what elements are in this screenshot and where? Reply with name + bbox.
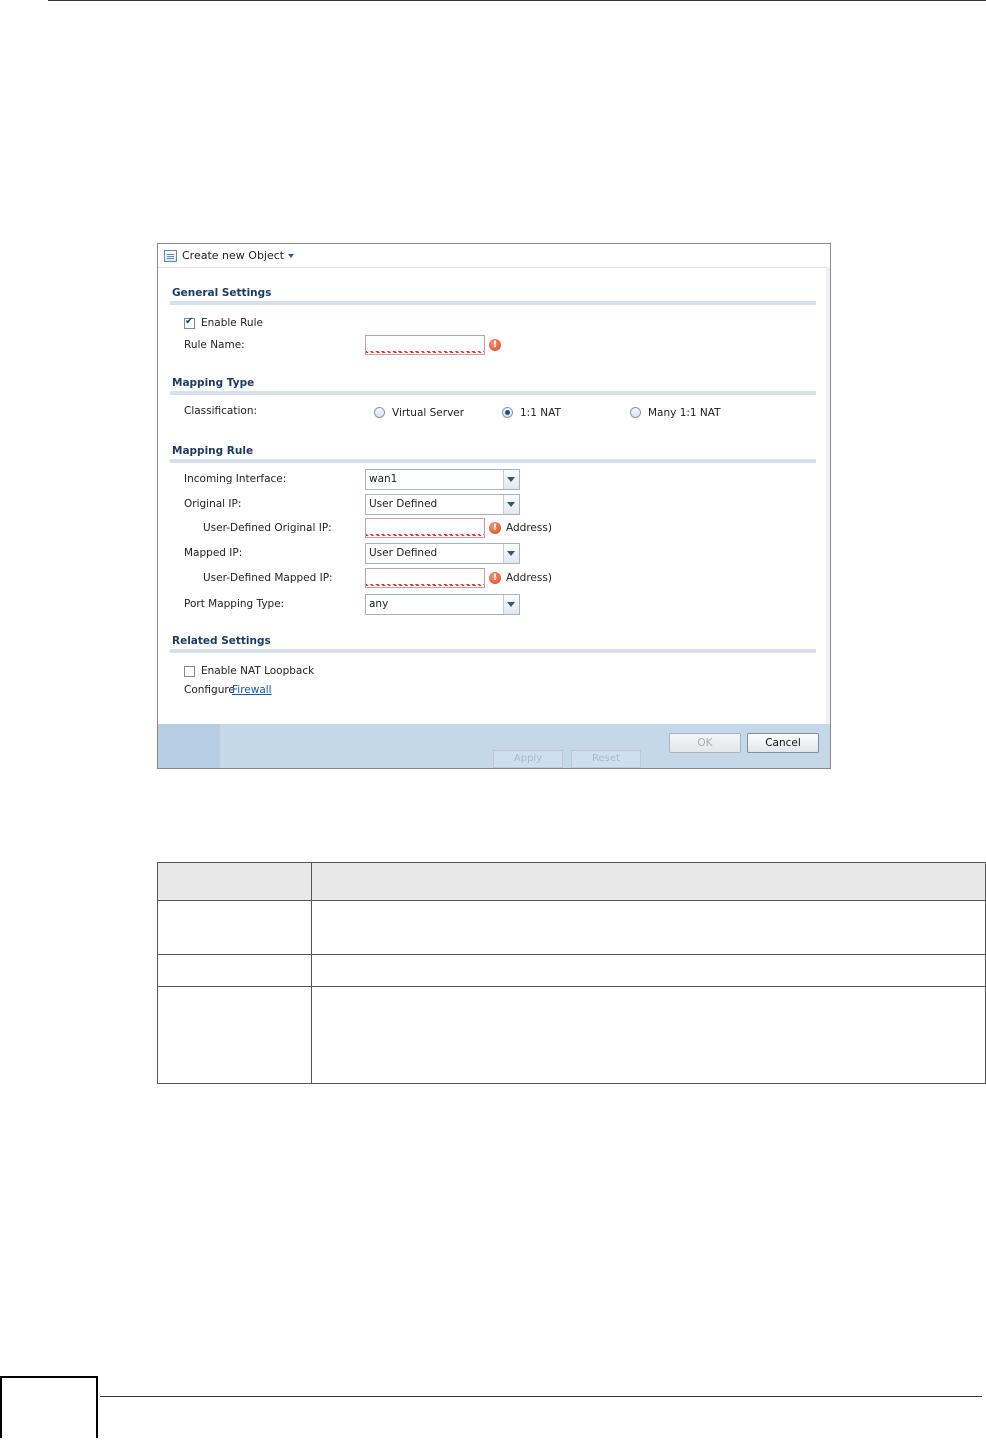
mapped-ip-value: User Defined <box>369 547 438 559</box>
incoming-interface-select[interactable]: wan1 <box>365 469 520 490</box>
radio-many-one-to-one-nat-label: Many 1:1 NAT <box>648 407 721 419</box>
page-number-box <box>0 1376 98 1438</box>
nat-loopback-checkbox[interactable] <box>184 666 195 677</box>
description-table <box>157 862 986 1084</box>
section-divider <box>170 391 816 395</box>
mapped-ip-label: Mapped IP: <box>184 547 243 559</box>
table-cell <box>157 900 312 955</box>
user-defined-mapped-ip-label: User-Defined Mapped IP: <box>203 572 333 584</box>
section-divider <box>170 301 816 305</box>
dialog-footer: Apply Reset OK Cancel <box>158 724 830 768</box>
original-ip-address-hint: Address) <box>506 522 552 534</box>
table-cell <box>311 986 986 1084</box>
user-defined-original-ip-label: User-Defined Original IP: <box>203 522 332 534</box>
table-row <box>157 986 986 1084</box>
original-ip-select[interactable]: User Defined <box>365 494 520 515</box>
section-divider <box>170 459 816 463</box>
incoming-interface-label: Incoming Interface: <box>184 473 287 485</box>
radio-one-to-one-nat[interactable] <box>502 407 513 418</box>
cancel-button[interactable]: Cancel <box>747 733 819 753</box>
table-row <box>157 954 986 987</box>
mapped-ip-address-hint: Address) <box>506 572 552 584</box>
page-footer-rule <box>100 1396 982 1397</box>
page-top-rule <box>48 0 986 1</box>
section-title-related: Related Settings <box>172 635 271 647</box>
section-title-general: General Settings <box>172 287 272 299</box>
radio-one-to-one-nat-label: 1:1 NAT <box>520 407 561 419</box>
user-defined-mapped-ip-input[interactable] <box>365 568 485 588</box>
ghost-apply-button: Apply <box>493 750 563 768</box>
rule-name-label: Rule Name: <box>184 339 245 351</box>
classification-label: Classification: <box>184 405 258 417</box>
footer-strip <box>158 724 220 768</box>
ghost-reset-button: Reset <box>571 750 641 768</box>
chevron-down-icon[interactable] <box>503 470 519 489</box>
dialog-toolbar: Create new Object <box>158 244 828 268</box>
chevron-down-icon[interactable] <box>503 595 519 614</box>
original-ip-label: Original IP: <box>184 498 242 510</box>
original-ip-value: User Defined <box>369 498 438 510</box>
enable-rule-label: Enable Rule <box>201 317 263 329</box>
table-header-cell <box>157 862 312 901</box>
ok-button[interactable]: OK <box>669 733 741 753</box>
enable-rule-checkbox[interactable] <box>184 316 195 329</box>
port-mapping-type-label: Port Mapping Type: <box>184 598 285 610</box>
table-cell <box>311 954 986 987</box>
warning-icon: ! <box>489 339 501 351</box>
table-cell <box>157 986 312 1084</box>
mapped-ip-select[interactable]: User Defined <box>365 543 520 564</box>
port-mapping-type-value: any <box>369 598 389 610</box>
table-header-row <box>157 862 986 901</box>
port-mapping-type-select[interactable]: any <box>365 594 520 615</box>
section-divider <box>170 649 816 653</box>
firewall-link[interactable]: Firewall <box>232 684 272 696</box>
radio-many-one-to-one-nat[interactable] <box>630 407 641 418</box>
radio-virtual-server-label: Virtual Server <box>392 407 465 419</box>
radio-virtual-server[interactable] <box>374 407 385 418</box>
user-defined-original-ip-input[interactable] <box>365 518 485 538</box>
create-object-icon[interactable] <box>164 249 177 262</box>
nat-rule-dialog: Create new Object General Settings Enabl… <box>157 243 831 769</box>
table-cell <box>311 900 986 955</box>
table-cell <box>157 954 312 987</box>
chevron-down-icon[interactable] <box>288 253 295 258</box>
table-row <box>157 900 986 955</box>
table-header-cell <box>311 862 986 901</box>
configure-label: Configure <box>184 684 235 696</box>
chevron-down-icon[interactable] <box>503 495 519 514</box>
create-object-menu[interactable]: Create new Object <box>182 249 284 262</box>
section-title-mapping-rule: Mapping Rule <box>172 445 254 457</box>
incoming-interface-value: wan1 <box>369 473 398 485</box>
warning-icon: ! <box>489 522 501 534</box>
section-title-mapping-type: Mapping Type <box>172 377 255 389</box>
nat-loopback-label: Enable NAT Loopback <box>201 665 315 677</box>
warning-icon: ! <box>489 572 501 584</box>
chevron-down-icon[interactable] <box>503 544 519 563</box>
scrollbar[interactable] <box>826 267 830 727</box>
rule-name-input[interactable] <box>365 335 485 355</box>
